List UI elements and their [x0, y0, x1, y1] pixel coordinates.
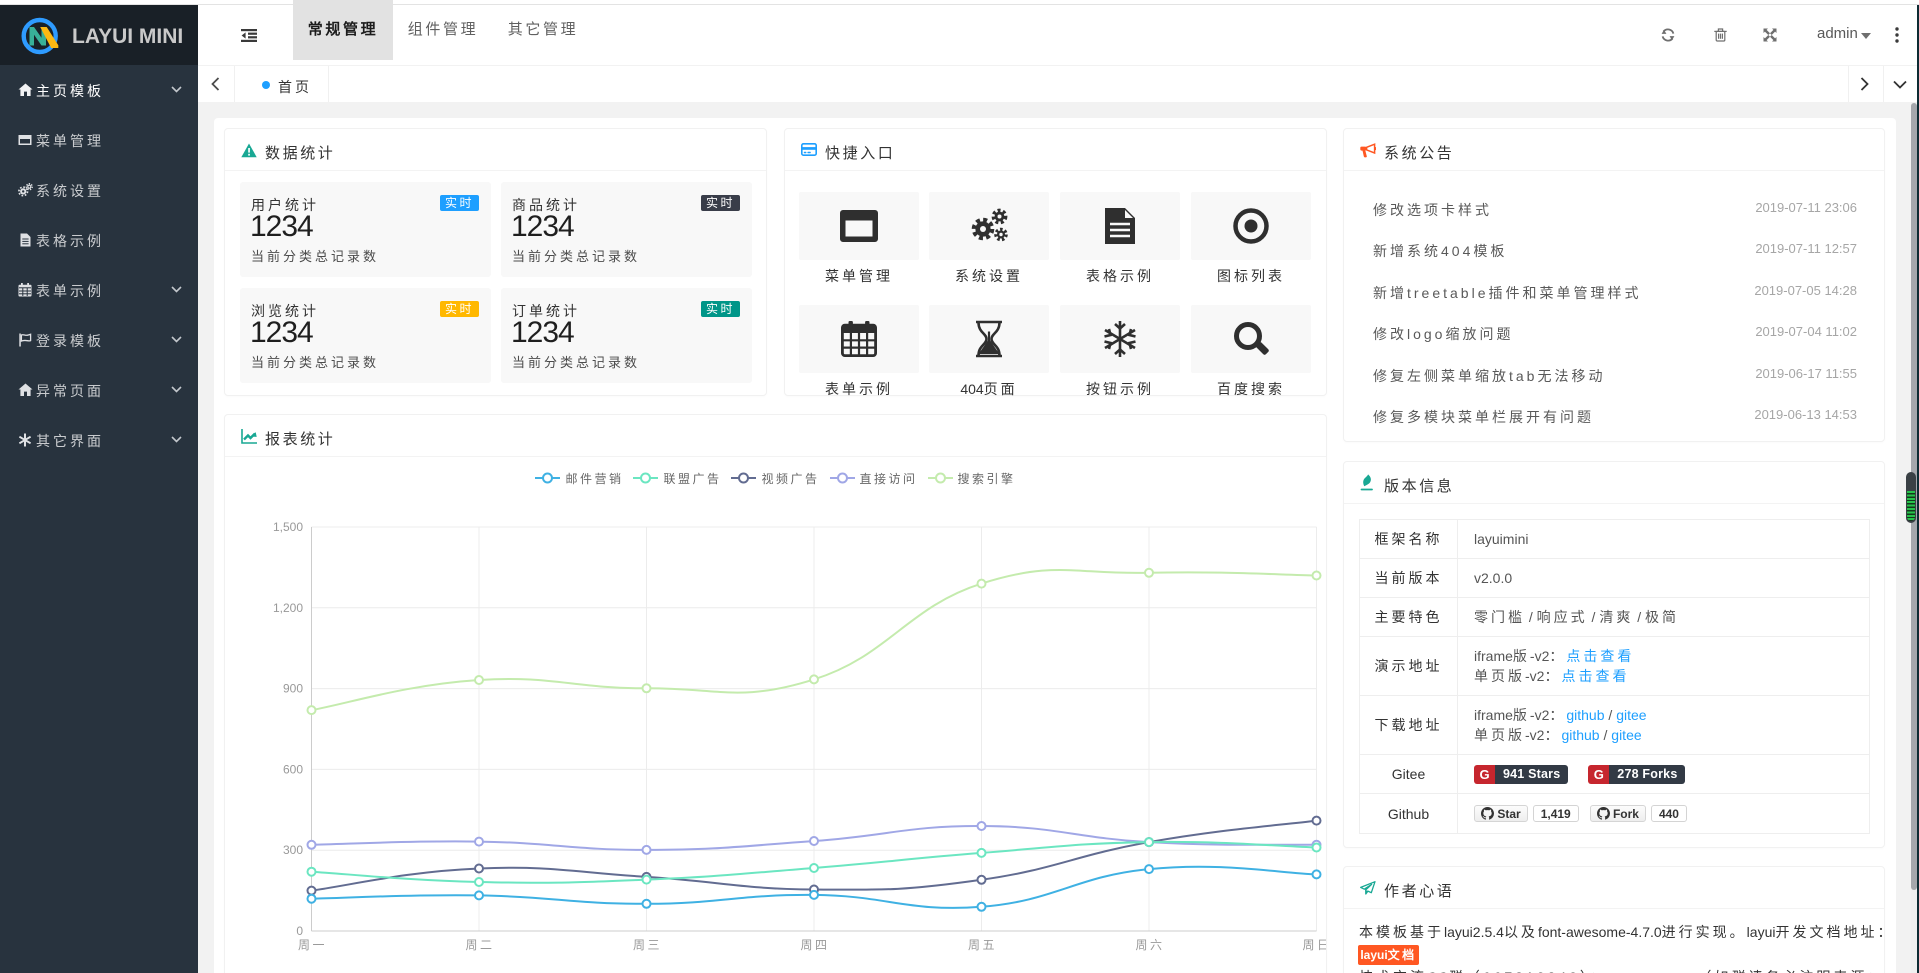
svg-text:0: 0 [296, 924, 303, 938]
svg-text:周一: 周一 [298, 938, 327, 952]
svg-text:1,200: 1,200 [273, 601, 303, 615]
svg-text:600: 600 [283, 762, 303, 776]
svg-text:周三: 周三 [633, 938, 662, 952]
svg-text:周六: 周六 [1135, 938, 1164, 952]
svg-text:300: 300 [283, 843, 303, 857]
svg-text:900: 900 [283, 682, 303, 696]
svg-text:周五: 周五 [968, 938, 997, 952]
svg-text:周四: 周四 [800, 938, 829, 952]
svg-text:周二: 周二 [465, 938, 494, 952]
svg-text:周日: 周日 [1302, 938, 1326, 952]
svg-text:1,500: 1,500 [273, 520, 303, 534]
